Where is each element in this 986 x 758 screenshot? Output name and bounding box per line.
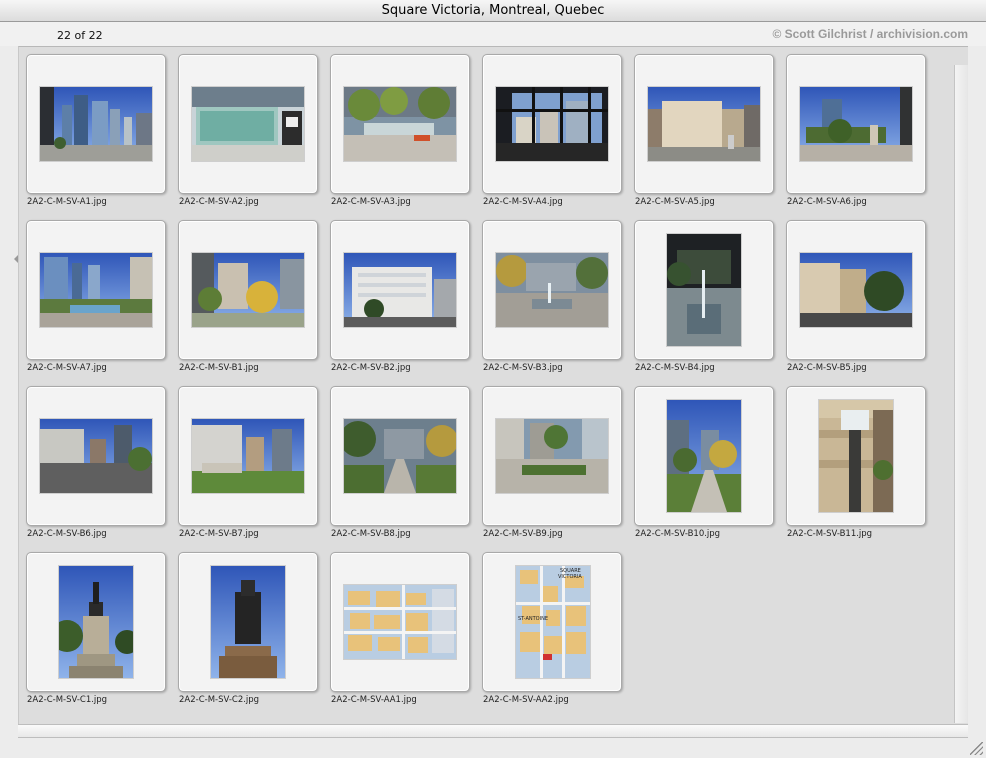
slide-frame[interactable] — [482, 54, 622, 194]
slide-frame[interactable] — [482, 386, 622, 526]
thumbnail-image[interactable] — [819, 400, 893, 512]
thumbnail-image[interactable] — [496, 419, 608, 493]
thumbnail-filename: 2A2-C-M-SV-C2.jpg — [179, 695, 260, 705]
slide-frame[interactable] — [178, 386, 318, 526]
thumbnail-image[interactable] — [344, 253, 456, 327]
thumbnail-item[interactable]: 2A2-C-M-SV-B11.jpg — [786, 386, 938, 552]
vertical-scrollbar[interactable] — [954, 65, 968, 723]
thumbnail-image[interactable] — [40, 419, 152, 493]
thumbnail-filename: 2A2-C-M-SV-AA2.jpg — [483, 695, 569, 705]
thumbnail-filename: 2A2-C-M-SV-AA1.jpg — [331, 695, 417, 705]
slide-frame[interactable] — [634, 220, 774, 360]
thumbnail-item[interactable]: 2A2-C-M-SV-B4.jpg — [634, 220, 786, 386]
thumbnail-item[interactable]: 2A2-C-M-SV-C1.jpg — [26, 552, 178, 718]
slide-frame[interactable] — [26, 552, 166, 692]
thumbnail-image[interactable] — [800, 87, 912, 161]
slide-frame[interactable] — [26, 54, 166, 194]
slide-frame[interactable]: SQUARE VICTORIA ST-ANTOINE — [482, 552, 622, 692]
thumbnail-image[interactable]: SQUARE VICTORIA ST-ANTOINE — [516, 566, 590, 678]
thumbnail-filename: 2A2-C-M-SV-A3.jpg — [331, 197, 411, 207]
thumbnail-item[interactable]: 2A2-C-M-SV-B2.jpg — [330, 220, 482, 386]
thumbnail-filename: 2A2-C-M-SV-B8.jpg — [331, 529, 411, 539]
credit-label: © Scott Gilchrist / archivision.com — [772, 27, 968, 41]
thumbnail-item[interactable]: 2A2-C-M-SV-B10.jpg — [634, 386, 786, 552]
thumbnail-image[interactable] — [800, 253, 912, 327]
thumbnail-item[interactable]: SQUARE VICTORIA ST-ANTOINE 2A2-C-M-SV-AA2.j… — [482, 552, 634, 718]
thumbnail-image[interactable] — [667, 234, 741, 346]
horizontal-scrollbar[interactable] — [18, 724, 968, 738]
info-bar: 22 of 22 © Scott Gilchrist / archivision… — [0, 22, 986, 46]
thumbnail-filename: 2A2-C-M-SV-B6.jpg — [27, 529, 107, 539]
thumbnail-item[interactable]: 2A2-C-M-SV-B6.jpg — [26, 386, 178, 552]
thumbnail-filename: 2A2-C-M-SV-B1.jpg — [179, 363, 259, 373]
thumbnail-filename: 2A2-C-M-SV-C1.jpg — [27, 695, 108, 705]
window-title: Square Victoria, Montreal, Quebec — [0, 0, 986, 22]
slide-frame[interactable] — [634, 386, 774, 526]
thumbnail-filename: 2A2-C-M-SV-A2.jpg — [179, 197, 259, 207]
slide-frame[interactable] — [786, 220, 926, 360]
thumbnail-image[interactable] — [211, 566, 285, 678]
thumbnail-item[interactable]: 2A2-C-M-SV-A2.jpg — [178, 54, 330, 220]
thumbnail-filename: 2A2-C-M-SV-A5.jpg — [635, 197, 715, 207]
thumbnail-image[interactable] — [344, 87, 456, 161]
thumbnail-image[interactable] — [648, 87, 760, 161]
thumbnail-item[interactable]: 2A2-C-M-SV-A1.jpg — [26, 54, 178, 220]
thumbnail-item[interactable]: 2A2-C-M-SV-A6.jpg — [786, 54, 938, 220]
thumbnail-item[interactable]: 2A2-C-M-SV-C2.jpg — [178, 552, 330, 718]
thumbnail-image[interactable] — [344, 419, 456, 493]
thumbnail-filename: 2A2-C-M-SV-A4.jpg — [483, 197, 563, 207]
thumbnail-item[interactable]: 2A2-C-M-SV-B7.jpg — [178, 386, 330, 552]
thumbnail-filename: 2A2-C-M-SV-B7.jpg — [179, 529, 259, 539]
thumbnail-image[interactable] — [192, 419, 304, 493]
thumbnail-item[interactable]: 2A2-C-M-SV-AA1.jpg — [330, 552, 482, 718]
slide-frame[interactable] — [330, 220, 470, 360]
thumbnail-filename: 2A2-C-M-SV-B4.jpg — [635, 363, 715, 373]
thumbnail-image[interactable] — [40, 253, 152, 327]
slide-frame[interactable] — [26, 386, 166, 526]
thumbnail-item[interactable]: 2A2-C-M-SV-A5.jpg — [634, 54, 786, 220]
slide-frame[interactable] — [634, 54, 774, 194]
slide-frame[interactable] — [178, 54, 318, 194]
map-label: VICTORIA — [558, 574, 582, 580]
thumbnail-image[interactable] — [496, 87, 608, 161]
thumbnail-image[interactable] — [192, 87, 304, 161]
thumbnail-image[interactable] — [40, 87, 152, 161]
map-label: ST-ANTOINE — [518, 616, 548, 622]
thumbnail-filename: 2A2-C-M-SV-B9.jpg — [483, 529, 563, 539]
thumbnail-item[interactable]: 2A2-C-M-SV-A4.jpg — [482, 54, 634, 220]
slide-frame[interactable] — [178, 552, 318, 692]
thumbnail-item[interactable]: 2A2-C-M-SV-A7.jpg — [26, 220, 178, 386]
thumbnail-item[interactable]: 2A2-C-M-SV-B3.jpg — [482, 220, 634, 386]
thumbnail-filename: 2A2-C-M-SV-B5.jpg — [787, 363, 867, 373]
thumbnail-filename: 2A2-C-M-SV-A7.jpg — [27, 363, 107, 373]
thumbnail-item[interactable]: 2A2-C-M-SV-B9.jpg — [482, 386, 634, 552]
slide-frame[interactable] — [26, 220, 166, 360]
slide-frame[interactable] — [786, 54, 926, 194]
resize-grip-icon[interactable] — [970, 742, 983, 755]
slide-frame[interactable] — [482, 220, 622, 360]
slide-frame[interactable] — [178, 220, 318, 360]
thumbnail-filename: 2A2-C-M-SV-B2.jpg — [331, 363, 411, 373]
thumbnail-image[interactable] — [667, 400, 741, 512]
thumbnail-item[interactable]: 2A2-C-M-SV-A3.jpg — [330, 54, 482, 220]
thumbnail-item[interactable]: 2A2-C-M-SV-B5.jpg — [786, 220, 938, 386]
thumbnail-item[interactable]: 2A2-C-M-SV-B8.jpg — [330, 386, 482, 552]
thumbnail-image[interactable] — [344, 585, 456, 659]
thumbnail-filename: 2A2-C-M-SV-B10.jpg — [635, 529, 721, 539]
slide-frame[interactable] — [330, 552, 470, 692]
slide-frame[interactable] — [786, 386, 926, 526]
thumbnail-filename: 2A2-C-M-SV-B11.jpg — [787, 529, 873, 539]
thumbnail-filename: 2A2-C-M-SV-A1.jpg — [27, 197, 107, 207]
thumbnail-image[interactable] — [192, 253, 304, 327]
thumbnail-filename: 2A2-C-M-SV-A6.jpg — [787, 197, 867, 207]
thumbnail-image[interactable] — [59, 566, 133, 678]
thumbnail-item[interactable]: 2A2-C-M-SV-B1.jpg — [178, 220, 330, 386]
thumbnail-image[interactable] — [496, 253, 608, 327]
thumbnail-filename: 2A2-C-M-SV-B3.jpg — [483, 363, 563, 373]
image-count: 22 of 22 — [57, 29, 103, 42]
slide-frame[interactable] — [330, 386, 470, 526]
thumbnail-grid: 2A2-C-M-SV-A1.jpg 2A2-C-M-SV-A2.jpg 2A2-C-… — [18, 46, 968, 724]
slide-frame[interactable] — [330, 54, 470, 194]
